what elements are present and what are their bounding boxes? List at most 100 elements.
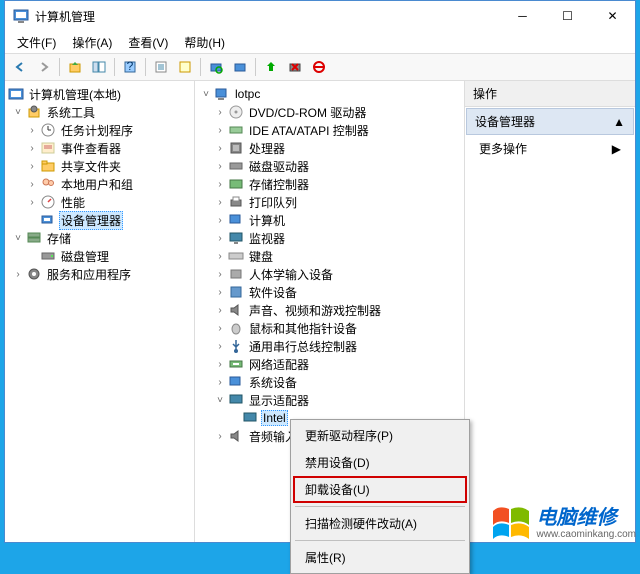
cm-scan-hw[interactable]: 扫描检测硬件改动(A) bbox=[293, 510, 467, 537]
cm-disable-device[interactable]: 禁用设备(D) bbox=[293, 449, 467, 476]
expand-icon[interactable]: ˅ bbox=[11, 105, 25, 119]
tree-devmgr[interactable]: 设备管理器 bbox=[7, 211, 192, 229]
dev-display[interactable]: ˅显示适配器 bbox=[197, 391, 462, 409]
expand-icon[interactable]: › bbox=[213, 429, 227, 443]
tree-systools[interactable]: ˅ 系统工具 bbox=[7, 103, 192, 121]
console-tree[interactable]: 计算机管理(本地) ˅ 系统工具 › 任务计划程序 › 事件查看器 › 共享文件… bbox=[5, 81, 195, 542]
expand-icon[interactable]: › bbox=[213, 357, 227, 371]
dev-label: 键盘 bbox=[247, 247, 275, 266]
tree-tasksched[interactable]: › 任务计划程序 bbox=[7, 121, 192, 139]
dev-net[interactable]: ›网络适配器 bbox=[197, 355, 462, 373]
separator bbox=[200, 58, 201, 76]
update-drv-button[interactable] bbox=[260, 56, 282, 78]
menubar: 文件(F) 操作(A) 查看(V) 帮助(H) bbox=[5, 31, 635, 53]
dev-hid[interactable]: › 人体学输入设备 bbox=[197, 265, 462, 283]
expand-icon[interactable]: › bbox=[213, 105, 227, 119]
actions-more[interactable]: 更多操作 ▶ bbox=[465, 136, 635, 161]
device-tree[interactable]: ˅lotpc › DVD/CD-ROM 驱动器 ›IDE ATA/ATAPI 控制… bbox=[195, 81, 465, 542]
menu-view[interactable]: 查看(V) bbox=[122, 32, 174, 53]
expand-icon[interactable]: › bbox=[25, 141, 39, 155]
action-button[interactable]: ? bbox=[119, 56, 141, 78]
dev-monitor[interactable]: ›监视器 bbox=[197, 229, 462, 247]
uninstall-button[interactable] bbox=[284, 56, 306, 78]
dev-label: 声音、视频和游戏控制器 bbox=[247, 301, 383, 320]
tree-diskmgmt[interactable]: 磁盘管理 bbox=[7, 247, 192, 265]
tree-localusers[interactable]: › 本地用户和组 bbox=[7, 175, 192, 193]
dev-mouse[interactable]: ›鼠标和其他指针设备 bbox=[197, 319, 462, 337]
properties-button[interactable] bbox=[150, 56, 172, 78]
tree-eventviewer[interactable]: › 事件查看器 bbox=[7, 139, 192, 157]
disable-button[interactable] bbox=[308, 56, 330, 78]
separator bbox=[295, 506, 465, 507]
back-button[interactable] bbox=[9, 56, 31, 78]
dev-swdev[interactable]: ›软件设备 bbox=[197, 283, 462, 301]
expand-icon[interactable]: › bbox=[213, 339, 227, 353]
cm-uninstall-device[interactable]: 卸载设备(U) bbox=[293, 476, 467, 503]
cm-properties[interactable]: 属性(R) bbox=[293, 544, 467, 571]
dev-keyboard[interactable]: › 键盘 bbox=[197, 247, 462, 265]
expand-icon[interactable]: › bbox=[213, 375, 227, 389]
show-hide-button[interactable] bbox=[88, 56, 110, 78]
expand-icon[interactable]: › bbox=[25, 195, 39, 209]
expand-icon[interactable]: › bbox=[213, 159, 227, 173]
expand-icon[interactable]: › bbox=[213, 249, 227, 263]
dev-usb[interactable]: ›通用串行总线控制器 bbox=[197, 337, 462, 355]
menu-action[interactable]: 操作(A) bbox=[66, 32, 118, 53]
expand-icon[interactable]: ˅ bbox=[11, 231, 25, 245]
dev-cpu[interactable]: ›处理器 bbox=[197, 139, 462, 157]
expand-icon[interactable]: ˅ bbox=[199, 87, 213, 101]
expand-icon[interactable]: › bbox=[213, 177, 227, 191]
menu-file[interactable]: 文件(F) bbox=[11, 32, 62, 53]
expand-icon[interactable]: › bbox=[213, 303, 227, 317]
expand-icon[interactable]: › bbox=[213, 231, 227, 245]
dev-audio-game[interactable]: › 声音、视频和游戏控制器 bbox=[197, 301, 462, 319]
expand-icon[interactable]: ˅ bbox=[213, 393, 227, 407]
forward-button[interactable] bbox=[33, 56, 55, 78]
expand-icon[interactable]: › bbox=[213, 141, 227, 155]
expand-icon[interactable]: › bbox=[25, 177, 39, 191]
dev-label-selected: Intel bbox=[261, 410, 288, 426]
dev-label: 人体学输入设备 bbox=[247, 265, 335, 284]
dev-ide[interactable]: ›IDE ATA/ATAPI 控制器 bbox=[197, 121, 462, 139]
dev-sysdev[interactable]: ›系统设备 bbox=[197, 373, 462, 391]
collapse-icon[interactable]: ▲ bbox=[613, 115, 625, 129]
tree-shared[interactable]: › 共享文件夹 bbox=[7, 157, 192, 175]
up-button[interactable] bbox=[64, 56, 86, 78]
expand-icon[interactable]: › bbox=[213, 285, 227, 299]
expand-icon[interactable]: › bbox=[25, 159, 39, 173]
tree-root[interactable]: 计算机管理(本地) bbox=[7, 85, 192, 103]
windows-logo-icon bbox=[489, 503, 533, 543]
actions-section[interactable]: 设备管理器 ▲ bbox=[466, 108, 634, 135]
tree-perf[interactable]: › 性能 bbox=[7, 193, 192, 211]
expand-icon[interactable]: › bbox=[213, 267, 227, 281]
watermark-cn: 电脑维修 bbox=[537, 507, 636, 529]
tree-label: 本地用户和组 bbox=[59, 175, 135, 194]
expand-icon[interactable]: › bbox=[213, 321, 227, 335]
maximize-button[interactable]: ☐ bbox=[545, 1, 590, 31]
refresh-button[interactable] bbox=[174, 56, 196, 78]
add-hw-button[interactable] bbox=[229, 56, 251, 78]
submenu-icon: ▶ bbox=[612, 142, 621, 156]
menu-help[interactable]: 帮助(H) bbox=[178, 32, 231, 53]
dev-dvd[interactable]: › DVD/CD-ROM 驱动器 bbox=[197, 103, 462, 121]
separator bbox=[295, 540, 465, 541]
dev-print[interactable]: ›打印队列 bbox=[197, 193, 462, 211]
expand-icon[interactable]: › bbox=[213, 195, 227, 209]
close-button[interactable]: ✕ bbox=[590, 1, 635, 31]
dev-disk[interactable]: ›磁盘驱动器 bbox=[197, 157, 462, 175]
minimize-button[interactable]: ─ bbox=[500, 1, 545, 31]
dev-computer[interactable]: ›计算机 bbox=[197, 211, 462, 229]
tree-label-selected: 设备管理器 bbox=[59, 211, 123, 230]
tree-storage[interactable]: ˅ 存储 bbox=[7, 229, 192, 247]
tree-svcapps[interactable]: › 服务和应用程序 bbox=[7, 265, 192, 283]
expand-icon[interactable]: › bbox=[213, 213, 227, 227]
cm-update-driver[interactable]: 更新驱动程序(P) bbox=[293, 422, 467, 449]
expand-icon[interactable]: › bbox=[11, 267, 25, 281]
scan-button[interactable] bbox=[205, 56, 227, 78]
dev-root[interactable]: ˅lotpc bbox=[197, 85, 462, 103]
dev-storage-ctrl[interactable]: ›存储控制器 bbox=[197, 175, 462, 193]
separator bbox=[114, 58, 115, 76]
expand-icon[interactable]: › bbox=[25, 123, 39, 137]
expand-icon[interactable]: › bbox=[213, 123, 227, 137]
dev-label: DVD/CD-ROM 驱动器 bbox=[247, 103, 368, 122]
